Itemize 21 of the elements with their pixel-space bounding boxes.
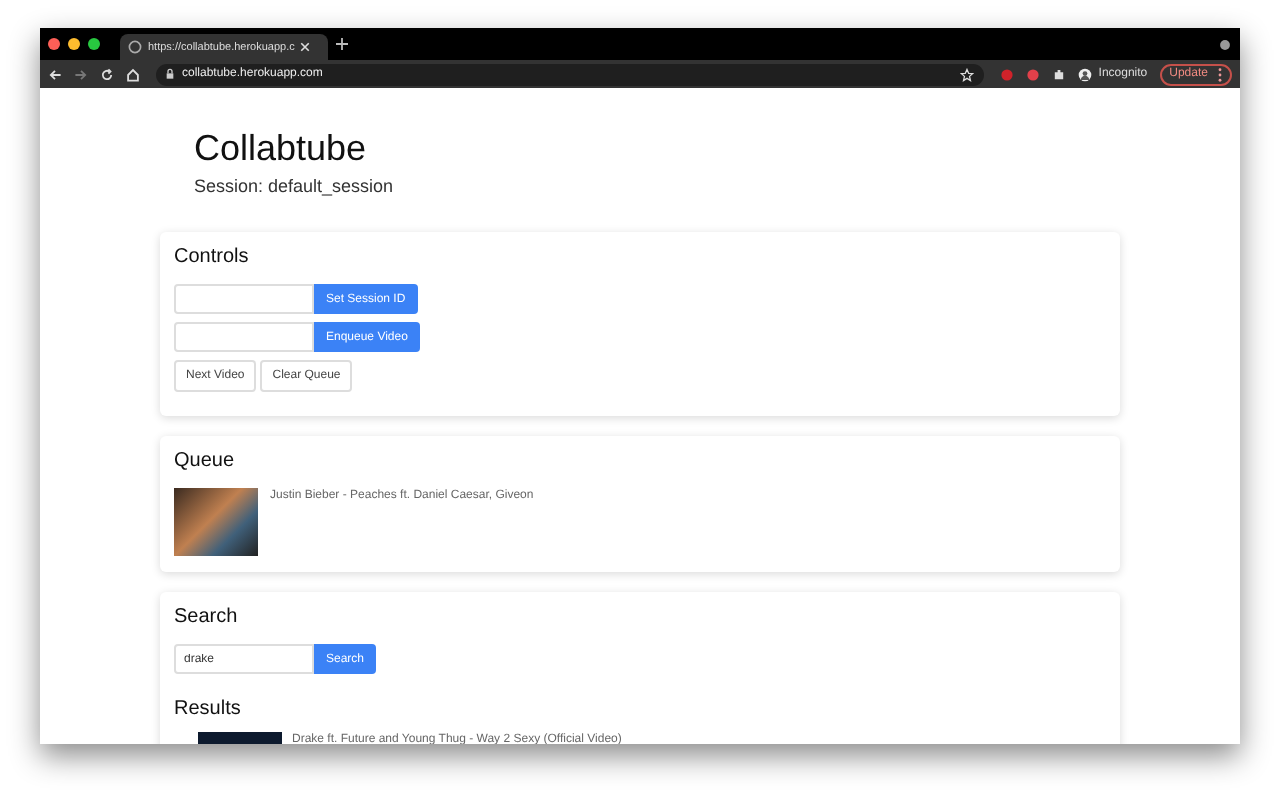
avatar-icon[interactable]	[1078, 67, 1093, 81]
forward-arrow-icon[interactable]	[74, 67, 88, 81]
video-thumbnail	[174, 488, 258, 556]
new-tab-icon[interactable]	[336, 38, 348, 50]
session-id-field[interactable]	[174, 284, 314, 314]
lock-icon	[166, 68, 174, 80]
minimize-window-icon[interactable]	[68, 38, 80, 50]
card-title: Search	[174, 606, 240, 628]
close-window-icon[interactable]	[48, 38, 60, 50]
home-icon[interactable]	[126, 67, 140, 81]
maximize-window-icon[interactable]	[88, 38, 100, 50]
reload-icon[interactable]	[100, 67, 114, 81]
card-title: Controls	[174, 246, 251, 268]
video-url-field[interactable]	[174, 322, 314, 352]
back-arrow-icon[interactable]	[48, 67, 62, 81]
session-label: Session: default_session	[194, 176, 396, 196]
close-icon[interactable]	[300, 42, 311, 52]
results-title: Results	[174, 698, 243, 720]
page-title: Collabtube	[194, 128, 369, 170]
card-title: Queue	[174, 450, 237, 472]
star-icon[interactable]	[960, 67, 975, 81]
